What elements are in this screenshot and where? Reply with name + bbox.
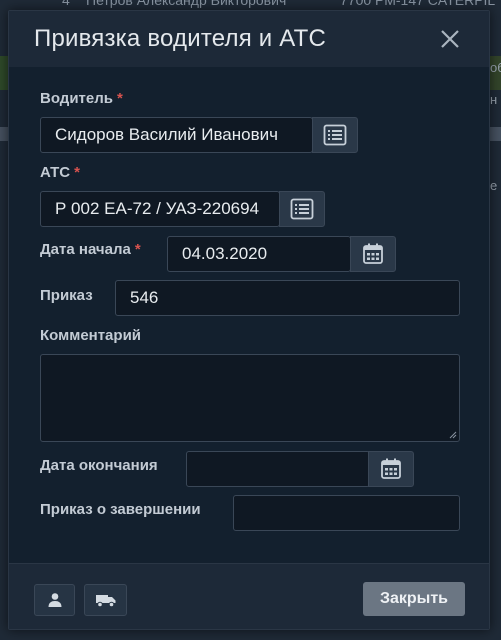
start-date-field[interactable]: 04.03.2020 [167, 236, 351, 272]
driver-label-text: Водитель [40, 90, 113, 107]
end-order-label: Приказ о завершении [40, 501, 201, 518]
required-marker: * [116, 90, 123, 107]
list-icon [323, 124, 347, 146]
background-cell: об [490, 60, 501, 75]
background-row-number: 4 [62, 0, 70, 8]
close-icon[interactable] [437, 26, 463, 52]
truck-icon [95, 595, 115, 608]
dialog-title: Привязка водителя и АТС [34, 25, 326, 52]
list-icon [290, 198, 314, 220]
end-date-picker-button[interactable] [368, 451, 414, 487]
start-date-label-text: Дата начала [40, 241, 131, 258]
background-cell: н [490, 92, 498, 107]
vehicle-label: АТС * [40, 164, 80, 181]
end-date-field[interactable] [186, 451, 370, 487]
person-icon [48, 593, 61, 607]
background-row-name: Петров Александр Викторович [86, 0, 287, 8]
link-driver-dialog: Привязка водителя и АТС Водитель * Сидоро… [8, 10, 490, 630]
driver-info-button[interactable] [34, 584, 75, 616]
start-date-picker-button[interactable] [350, 236, 396, 272]
background-cell: е [490, 178, 498, 193]
vehicle-label-text: АТС [40, 164, 71, 181]
vehicle-field[interactable]: Р 002 ЕА-72 / УАЗ-220694 [40, 191, 280, 227]
calendar-icon [381, 458, 401, 479]
comment-label: Комментарий [40, 327, 142, 344]
background-scrollbar [490, 127, 501, 141]
end-order-field[interactable] [233, 495, 460, 531]
start-date-label: Дата начала * [40, 241, 141, 258]
comment-textarea[interactable] [40, 354, 460, 442]
required-marker: * [74, 164, 80, 181]
driver-label: Водитель * [40, 90, 123, 107]
vehicle-info-button[interactable] [84, 584, 127, 616]
end-date-label: Дата окончания [40, 457, 158, 474]
vehicle-select-button[interactable] [279, 191, 325, 227]
driver-field[interactable]: Сидоров Василий Иванович [40, 117, 313, 153]
dialog-header: Привязка водителя и АТС [9, 11, 489, 67]
dialog-footer: Закрыть [9, 563, 489, 629]
order-label: Приказ [40, 287, 93, 304]
resize-grip-icon[interactable] [449, 431, 457, 439]
background-row-vehicle: 7700 РМ-147 CATERPIL [340, 0, 496, 8]
order-field[interactable]: 546 [115, 280, 460, 316]
background-row: 4 Петров Александр Викторович 7700 РМ-14… [0, 0, 501, 10]
required-marker: * [134, 241, 141, 258]
close-button[interactable]: Закрыть [363, 582, 465, 616]
driver-select-button[interactable] [312, 117, 358, 153]
calendar-icon [363, 243, 383, 264]
